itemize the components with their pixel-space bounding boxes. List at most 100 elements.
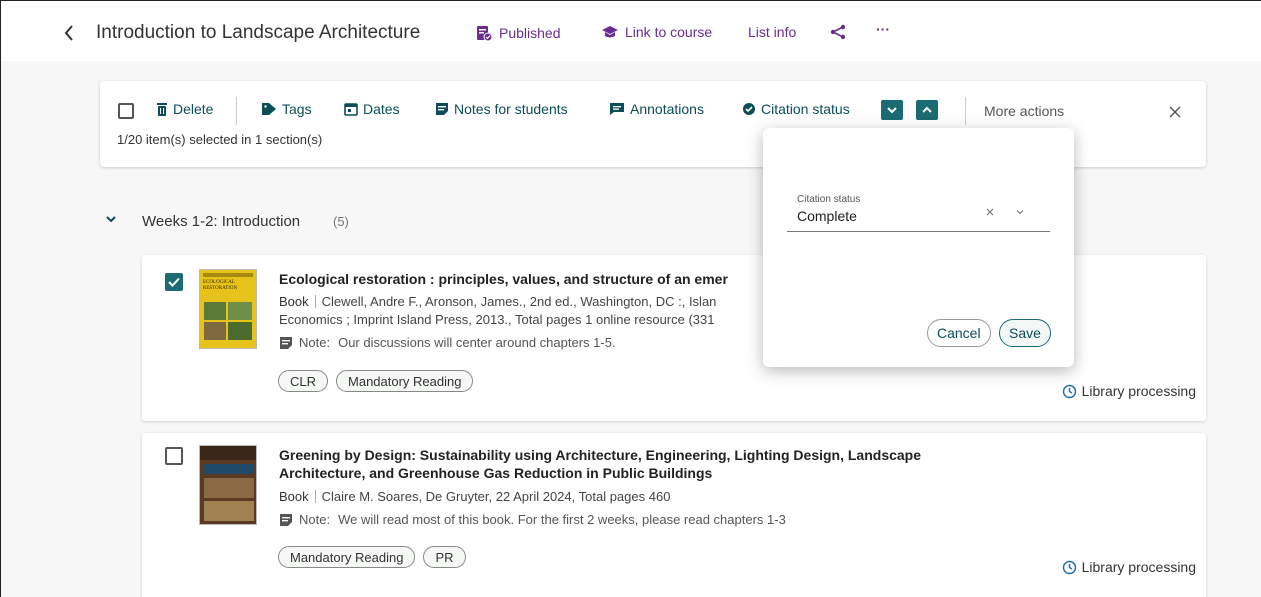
calendar-icon [344, 103, 358, 116]
item-tags: Mandatory Reading PR [278, 546, 466, 568]
notes-for-students-button[interactable]: Notes for students [435, 101, 568, 117]
item-type: Book [279, 489, 309, 504]
chevron-down-icon [887, 107, 897, 114]
comment-icon [610, 103, 624, 115]
share-button[interactable] [830, 24, 846, 40]
section-header: Weeks 1-2: Introduction (5) [101, 209, 701, 233]
item-metadata-line: Clewell, Andre F., Aronson, James., 2nd … [321, 294, 717, 309]
divider [236, 97, 237, 125]
more-actions-button[interactable]: More actions [984, 103, 1064, 119]
note-label: Note: [299, 512, 331, 527]
close-bulk-bar-button[interactable] [1166, 103, 1184, 121]
trash-icon [157, 103, 167, 116]
list-info-label: List info [748, 24, 797, 40]
dates-button[interactable]: Dates [344, 101, 400, 117]
close-icon [986, 208, 994, 216]
check-icon [168, 277, 180, 287]
tag-chip[interactable]: CLR [278, 370, 329, 392]
chevron-down-icon [106, 216, 116, 223]
list-info-button[interactable]: List info [748, 24, 796, 40]
status-text: Library processing [1081, 383, 1196, 399]
item-title-line: Architecture, and Greenhouse Gas Reducti… [279, 465, 713, 481]
select-all-checkbox[interactable] [118, 103, 134, 119]
item-metadata-line: Claire M. Soares, De Gruyter, 22 April 2… [321, 489, 671, 504]
clock-icon [1062, 560, 1076, 574]
delete-button[interactable]: Delete [156, 101, 213, 117]
notes-label: Notes for students [454, 101, 568, 117]
graduation-cap-icon [602, 26, 618, 38]
chevron-left-icon [64, 25, 73, 41]
published-button[interactable]: Published [475, 24, 561, 42]
note-label: Note: [299, 335, 331, 350]
item-note: Note: We will read most of this book. Fo… [279, 512, 786, 527]
section-collapse-toggle[interactable] [105, 211, 117, 229]
chevron-up-icon [922, 106, 932, 113]
tags-label: Tags [282, 101, 312, 117]
item-checkbox[interactable] [165, 447, 183, 465]
list-item[interactable]: Greening by Design: Sustainability using… [142, 433, 1206, 597]
more-options-icon: ··· [876, 21, 890, 37]
cover-title-text: RESTORATION [203, 286, 238, 291]
item-note: Note: Our discussions will center around… [279, 335, 616, 350]
link-to-course-button[interactable]: Link to course [601, 24, 712, 40]
chevron-down-icon [1016, 210, 1024, 215]
link-to-course-label: Link to course [625, 24, 713, 40]
field-label: Citation status [797, 194, 861, 205]
citation-status-popover: Citation status Complete Cancel Save [763, 128, 1074, 367]
clear-selection-button[interactable] [983, 205, 997, 219]
cover-title-text: ECOLOGICAL [203, 280, 235, 285]
book-cover-image [199, 445, 257, 525]
note-icon [280, 336, 292, 349]
delete-label: Delete [173, 101, 214, 117]
annotations-button[interactable]: Annotations [609, 101, 704, 117]
share-icon [830, 24, 846, 40]
published-label: Published [499, 25, 561, 41]
tag-chip[interactable]: PR [423, 546, 466, 568]
tag-chip[interactable]: Mandatory Reading [336, 370, 474, 392]
note-icon [280, 513, 292, 526]
item-title[interactable]: Greening by Design: Sustainability using… [279, 446, 921, 482]
note-text: Our discussions will center around chapt… [338, 335, 616, 350]
citation-status-label: Citation status [761, 101, 850, 117]
status-badge: Library processing [1062, 559, 1196, 575]
item-tags: CLR Mandatory Reading [278, 370, 474, 392]
divider [965, 97, 966, 125]
item-type: Book [279, 294, 309, 309]
page-title: Introduction to Landscape Architecture [96, 22, 421, 43]
status-circle-icon [743, 103, 755, 115]
app-frame: Introduction to Landscape Architecture P… [0, 0, 1261, 597]
status-badge: Library processing [1062, 383, 1196, 399]
top-bar: Introduction to Landscape Architecture P… [1, 15, 1261, 51]
item-checkbox[interactable] [165, 273, 183, 291]
more-options-button[interactable]: ··· [876, 21, 890, 37]
back-button[interactable] [59, 21, 79, 45]
clock-icon [1062, 384, 1076, 398]
dropdown-toggle[interactable] [1013, 205, 1027, 219]
citation-status-select[interactable]: Citation status Complete [787, 192, 1050, 232]
annotations-label: Annotations [630, 101, 704, 117]
note-icon [436, 103, 448, 115]
save-button[interactable]: Save [999, 319, 1051, 347]
tag-icon [262, 103, 276, 115]
section-title: Weeks 1-2: Introduction [142, 213, 301, 230]
citation-status-button[interactable]: Citation status [742, 101, 850, 117]
cancel-button[interactable]: Cancel [927, 319, 991, 347]
close-icon [1169, 106, 1181, 118]
section-item-count: (5) [333, 214, 349, 229]
item-title[interactable]: Ecological restoration : principles, val… [279, 270, 728, 288]
item-metadata: Book Claire M. Soares, De Gruyter, 22 Apr… [279, 488, 670, 505]
status-text: Library processing [1081, 559, 1196, 575]
item-metadata-line: Economics ; Imprint Island Press, 2013.,… [279, 312, 715, 327]
tags-button[interactable]: Tags [261, 101, 312, 117]
item-metadata: Book Clewell, Andre F., Aronson, James., … [279, 293, 716, 310]
item-title-line: Greening by Design: Sustainability using… [279, 447, 922, 463]
book-cover-image: ECOLOGICAL RESTORATION [199, 269, 257, 349]
move-up-button[interactable] [916, 100, 938, 120]
published-icon [477, 26, 493, 42]
field-value: Complete [797, 208, 857, 224]
note-text: We will read most of this book. For the … [338, 512, 786, 527]
tag-chip[interactable]: Mandatory Reading [278, 546, 416, 568]
selection-count: 1/20 item(s) selected in 1 section(s) [117, 132, 323, 147]
dates-label: Dates [363, 101, 400, 117]
move-down-button[interactable] [881, 100, 903, 120]
